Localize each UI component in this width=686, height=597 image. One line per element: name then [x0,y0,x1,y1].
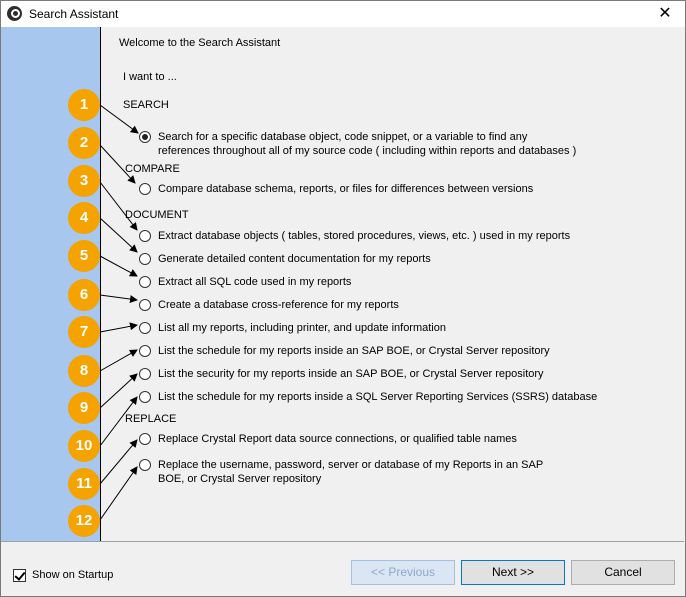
callout-arrows [99,104,139,521]
callout-badge-3: 3 [68,165,100,197]
show-on-startup-label[interactable]: Show on Startup [32,569,113,581]
cancel-button[interactable]: Cancel [571,560,675,585]
callout-badge-1: 1 [68,89,100,121]
footer-divider [1,541,684,542]
show-on-startup-checkbox[interactable] [13,569,26,582]
callout-badge-2: 2 [68,127,100,159]
callout-arrow [99,439,138,485]
callout-arrow [99,466,138,521]
callout-arrow [99,144,136,184]
callout-arrow [99,255,138,277]
callout-arrow [99,396,138,447]
callout-badge-8: 8 [68,355,100,387]
callout-badge-12: 12 [68,505,100,537]
callout-badge-11: 11 [68,468,100,500]
callout-arrow [99,322,138,333]
callout-badge-6: 6 [68,279,100,311]
callout-badge-4: 4 [68,202,100,234]
next-button[interactable]: Next >> [461,560,565,585]
callout-arrow [99,373,138,409]
callout-badge-10: 10 [68,430,100,462]
callout-badge-7: 7 [68,316,100,348]
callout-arrow [99,104,139,134]
previous-button[interactable]: << Previous [351,560,455,585]
callout-badge-5: 5 [68,240,100,272]
callout-arrow [99,349,138,372]
callout-badge-9: 9 [68,392,100,424]
callout-arrow [99,294,138,304]
